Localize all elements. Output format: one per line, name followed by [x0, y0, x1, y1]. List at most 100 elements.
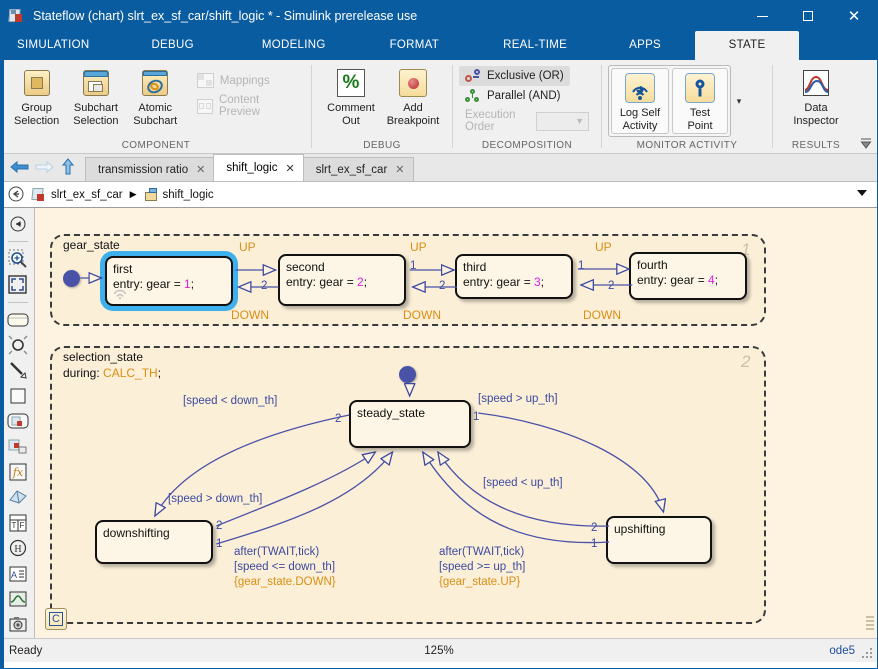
maximize-button[interactable]: [785, 1, 831, 31]
transition-label-down-3: DOWN: [583, 308, 621, 322]
exclusive-or-button[interactable]: Exclusive (OR): [459, 66, 570, 86]
state-tool-icon[interactable]: [5, 308, 31, 331]
test-point-icon: [684, 72, 716, 104]
junction-tool-icon[interactable]: [5, 333, 31, 356]
simulink-function-icon[interactable]: [5, 435, 31, 458]
default-transition-junction[interactable]: [63, 270, 80, 287]
fit-to-view-icon[interactable]: [5, 273, 31, 296]
comment-out-button[interactable]: % Comment Out: [320, 64, 382, 128]
test-point-label-2: Point: [687, 120, 713, 132]
palette-divider-2: [7, 302, 28, 303]
mappings-button[interactable]: Mappings: [191, 70, 305, 91]
ribbon-group-results: Data Inspector RESULTS: [773, 60, 859, 154]
editor-tab-strip: transmission ratio ✕ shift_logic ✕ slrt_…: [1, 154, 877, 182]
selection-state-label: selection_state: [63, 350, 144, 364]
editor-tab-transmission-ratio[interactable]: transmission ratio ✕: [85, 157, 215, 181]
zoom-icon[interactable]: [5, 247, 31, 270]
forward-arrow-icon[interactable]: [33, 157, 55, 177]
state-second-semi: ;: [363, 275, 368, 289]
transition-tool-icon[interactable]: [5, 359, 31, 382]
state-steady-state[interactable]: steady_state: [349, 400, 471, 448]
state-fourth[interactable]: fourth entry: gear = 4;: [629, 252, 747, 300]
ribbon-tab-real-time[interactable]: REAL-TIME: [493, 31, 577, 60]
subchart-selection-button[interactable]: Subchart Selection: [66, 64, 125, 128]
label-speed-lt-down-th: [speed < down_th]: [183, 395, 278, 407]
status-solver[interactable]: ode5: [829, 645, 855, 657]
mappings-icon: [196, 73, 214, 88]
breadcrumb-back-icon[interactable]: [7, 185, 27, 205]
editor-tab-close-icon[interactable]: ✕: [196, 163, 205, 176]
state-first[interactable]: first entry: gear = 1;: [105, 256, 233, 306]
atomic-subchart-button[interactable]: Atomic Subchart: [126, 64, 185, 128]
state-upshifting-name: upshifting: [614, 522, 666, 536]
group-selection-button[interactable]: Group Selection: [7, 64, 66, 128]
history-junction-icon[interactable]: H: [5, 537, 31, 560]
collapse-ribbon-icon[interactable]: [859, 136, 873, 150]
data-inspector-button[interactable]: Data Inspector: [785, 64, 847, 128]
transition-order-down-3: 2: [608, 280, 615, 292]
editor-tab-close-icon[interactable]: ✕: [395, 163, 404, 176]
camera-icon[interactable]: [5, 613, 31, 636]
log-self-activity-button[interactable]: ◕ Log Self Activity: [611, 68, 669, 134]
label-down-action-3: {gear_state.DOWN}: [234, 576, 336, 588]
transition-label-up-1: UP: [239, 240, 256, 254]
transition-order-up-3: 1: [578, 260, 585, 272]
state-third[interactable]: third entry: gear = 3;: [455, 254, 573, 299]
chart-type-badge[interactable]: C: [45, 608, 67, 630]
ribbon-tab-modeling[interactable]: MODELING: [252, 31, 336, 60]
breadcrumb-dropdown-icon[interactable]: [857, 190, 867, 196]
state-second[interactable]: second entry: gear = 2;: [278, 254, 406, 306]
chart-canvas[interactable]: gear_state 1 first entry: gear = 1; seco…: [35, 208, 877, 638]
add-breakpoint-button[interactable]: Add Breakpoint: [382, 64, 444, 128]
box-tool-icon[interactable]: [5, 384, 31, 407]
window-resize-grip[interactable]: [862, 648, 874, 660]
navigate-up-icon[interactable]: [5, 212, 31, 235]
parallel-and-button[interactable]: Parallel (AND): [459, 86, 567, 106]
log-self-activity-label-1: Log Self: [619, 107, 661, 119]
back-arrow-icon[interactable]: [9, 157, 31, 177]
breadcrumb-root[interactable]: slrt_ex_sf_car: [51, 189, 123, 201]
default-transition-junction-2[interactable]: [399, 366, 416, 383]
ribbon-tab-format[interactable]: FORMAT: [380, 31, 450, 60]
svg-text:fx: fx: [11, 466, 23, 479]
ribbon-tab-apps[interactable]: APPS: [619, 31, 671, 60]
minimize-button[interactable]: [739, 1, 785, 31]
test-point-button[interactable]: Test Point: [672, 68, 728, 134]
transition-order-down-2: 2: [439, 280, 446, 292]
state-first-semi: ;: [190, 277, 195, 291]
title-bar: Stateflow (chart) slrt_ex_sf_car/shift_l…: [1, 1, 877, 31]
ribbon-tab-state[interactable]: STATE: [695, 31, 800, 60]
truth-table-icon[interactable]: T F: [5, 511, 31, 534]
editor-tab-close-icon[interactable]: ✕: [285, 162, 294, 175]
editor-tab-shift-logic[interactable]: shift_logic ✕: [213, 154, 304, 181]
ribbon-tab-debug[interactable]: DEBUG: [141, 31, 203, 60]
status-zoom-level[interactable]: 125%: [1, 645, 877, 657]
editor-tab-slrt-ex-sf-car[interactable]: slrt_ex_sf_car ✕: [302, 157, 414, 181]
window-title: Stateflow (chart) slrt_ex_sf_car/shift_l…: [33, 9, 418, 23]
state-second-entry-value: 2: [357, 275, 364, 289]
comment-out-icon: %: [335, 67, 367, 99]
scope-icon[interactable]: [5, 587, 31, 610]
label-speed-lt-up-th: [speed < up_th]: [483, 477, 563, 489]
close-button[interactable]: ✕: [831, 1, 877, 31]
breadcrumb-leaf[interactable]: shift_logic: [163, 189, 214, 201]
ribbon-group-debug-title: DEBUG: [363, 140, 401, 151]
breadcrumb: slrt_ex_sf_car ▶ shift_logic: [31, 187, 214, 202]
order-steady-to-up: 1: [473, 411, 480, 423]
add-breakpoint-label-1: Add: [403, 102, 423, 114]
graphical-function-icon[interactable]: [5, 410, 31, 433]
simulink-state-icon[interactable]: [5, 486, 31, 509]
state-fourth-name: fourth: [637, 258, 668, 272]
content-preview-button[interactable]: Content Preview: [191, 91, 305, 121]
annotation-icon[interactable]: A: [5, 562, 31, 585]
matlab-function-icon[interactable]: fx: [5, 460, 31, 483]
state-upshifting[interactable]: upshifting: [606, 516, 712, 564]
add-breakpoint-icon: [397, 67, 429, 99]
canvas-resize-grip[interactable]: [866, 616, 874, 632]
execution-order-dropdown[interactable]: ▼: [536, 111, 589, 131]
state-downshifting[interactable]: downshifting: [95, 520, 213, 564]
ribbon-tab-simulation[interactable]: SIMULATION: [7, 31, 99, 60]
up-arrow-icon[interactable]: [57, 157, 79, 177]
superstate-selection-state[interactable]: [50, 346, 766, 624]
monitor-more-button[interactable]: ▾: [731, 96, 747, 107]
